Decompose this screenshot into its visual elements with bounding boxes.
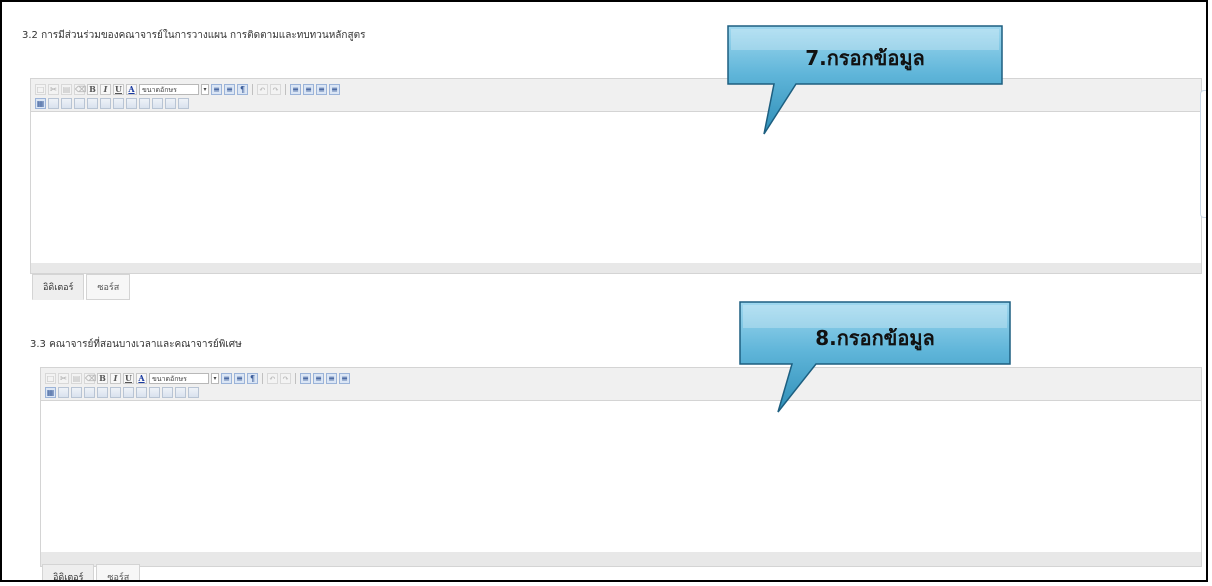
toolbar-separator [295,372,296,384]
toolbar-separator [262,372,263,384]
eraser-icon[interactable]: ⌫ [74,83,86,95]
split-cell-icon[interactable] [139,97,150,109]
chevron-down-icon[interactable]: ▾ [211,372,219,384]
editor-statusbar [31,263,1201,273]
delete-table-icon[interactable] [188,386,199,398]
merge-cells-icon[interactable] [136,386,147,398]
rich-text-editor-3-3[interactable]: □ ✂ ▤ ⌫ B I U A ขนาดอักษร ▾ ≡ ≡ ¶ ↶ ↷ ≡ … [40,367,1202,567]
italic-icon[interactable]: I [100,83,111,95]
numbered-list-icon[interactable]: ≡ [221,372,232,384]
insert-row-after-icon[interactable] [71,386,82,398]
editor-mode-tabs-3-3: อิดิเตอร์ ซอร์ส [42,564,142,580]
toolbar-row-1: □ ✂ ▤ ⌫ B I U A ขนาดอักษร ▾ ≡ ≡ ¶ ↶ ↷ ≡ … [35,82,340,96]
split-cell-icon[interactable] [149,386,160,398]
delete-table-icon[interactable] [178,97,189,109]
insert-row-after-icon[interactable] [61,97,72,109]
bullet-list-icon[interactable]: ≡ [224,83,235,95]
new-page-icon[interactable]: □ [35,83,46,95]
bold-icon[interactable]: B [97,372,108,384]
justify-icon[interactable]: ≡ [339,372,350,384]
justify-icon[interactable]: ≡ [329,83,340,95]
undo-icon[interactable]: ↶ [267,372,278,384]
delete-row-icon[interactable] [100,97,111,109]
toolbar-row-2: ▦ [45,385,199,399]
insert-row-before-icon[interactable] [48,97,59,109]
cut-icon[interactable]: ✂ [58,372,69,384]
bold-icon[interactable]: B [87,83,98,95]
bullet-list-icon[interactable]: ≡ [234,372,245,384]
new-page-icon[interactable]: □ [45,372,56,384]
align-center-icon[interactable]: ≡ [303,83,314,95]
table-properties-icon[interactable] [175,386,186,398]
cell-properties-icon[interactable] [162,386,173,398]
underline-icon[interactable]: U [123,372,134,384]
tab-editor[interactable]: อิดิเตอร์ [42,564,95,580]
side-panel-edge [1200,90,1206,218]
table-icon[interactable]: ▦ [45,386,56,398]
section-title-3-2: 3.2 การมีส่วนร่วมของคณาจารย์ในการวางแผน … [22,30,366,41]
table-properties-icon[interactable] [165,97,176,109]
cut-icon[interactable]: ✂ [48,83,59,95]
callout-label: 7.กรอกข้อมูล [805,46,925,70]
speech-bubble-icon [727,25,1003,135]
tab-editor[interactable]: อิดิเตอร์ [32,274,85,300]
rich-text-editor-3-2[interactable]: □ ✂ ▤ ⌫ B I U A ขนาดอักษร ▾ ≡ ≡ ¶ ↶ ↷ ≡ … [30,78,1202,274]
editor-mode-tabs-3-2: อิดิเตอร์ ซอร์ส [32,274,132,300]
editor-statusbar [41,552,1201,566]
editor-toolbar: □ ✂ ▤ ⌫ B I U A ขนาดอักษร ▾ ≡ ≡ ¶ ↶ ↷ ≡ … [31,79,1201,112]
delete-row-icon[interactable] [110,386,121,398]
paste-icon[interactable]: ▤ [71,372,82,384]
editor-content-area[interactable] [31,112,1201,263]
merge-cells-icon[interactable] [126,97,137,109]
insert-row-before-icon[interactable] [58,386,69,398]
chevron-down-icon[interactable]: ▾ [201,83,209,95]
eraser-icon[interactable]: ⌫ [84,372,96,384]
insert-column-after-icon[interactable] [87,97,98,109]
insert-column-after-icon[interactable] [97,386,108,398]
undo-icon[interactable]: ↶ [257,83,268,95]
toolbar-row-1: □ ✂ ▤ ⌫ B I U A ขนาดอักษร ▾ ≡ ≡ ¶ ↶ ↷ ≡ … [45,371,350,385]
speech-bubble-icon [739,301,1011,413]
numbered-list-icon[interactable]: ≡ [211,83,222,95]
align-center-icon[interactable]: ≡ [313,372,324,384]
redo-icon[interactable]: ↷ [280,372,291,384]
align-left-icon[interactable]: ≡ [300,372,311,384]
callout-7: 7.กรอกข้อมูล [722,20,1012,140]
editor-content-area[interactable] [41,401,1201,552]
tab-source[interactable]: ซอร์ส [86,274,131,300]
tab-source[interactable]: ซอร์ส [96,564,141,580]
paste-icon[interactable]: ▤ [61,83,72,95]
paragraph-icon[interactable]: ¶ [247,372,258,384]
underline-icon[interactable]: U [113,83,124,95]
table-icon[interactable]: ▦ [35,97,46,109]
insert-column-before-icon[interactable] [74,97,85,109]
delete-column-icon[interactable] [123,386,134,398]
editor-toolbar: □ ✂ ▤ ⌫ B I U A ขนาดอักษร ▾ ≡ ≡ ¶ ↶ ↷ ≡ … [41,368,1201,401]
toolbar-row-2: ▦ [35,96,189,110]
redo-icon[interactable]: ↷ [270,83,281,95]
font-size-select[interactable]: ขนาดอักษร [149,372,209,384]
toolbar-separator [252,83,253,95]
page-frame: 3.2 การมีส่วนร่วมของคณาจารย์ในการวางแผน … [0,0,1208,582]
toolbar-separator [285,83,286,95]
cell-properties-icon[interactable] [152,97,163,109]
paragraph-icon[interactable]: ¶ [237,83,248,95]
delete-column-icon[interactable] [113,97,124,109]
align-left-icon[interactable]: ≡ [290,83,301,95]
insert-column-before-icon[interactable] [84,386,95,398]
align-right-icon[interactable]: ≡ [326,372,337,384]
callout-label: 8.กรอกข้อมูล [815,326,935,350]
text-color-icon[interactable]: A [126,83,137,95]
font-size-select[interactable]: ขนาดอักษร [139,83,199,95]
section-title-3-3: 3.3 คณาจารย์ที่สอนบางเวลาและคณาจารย์พิเศ… [30,339,242,350]
callout-8: 8.กรอกข้อมูล [734,296,1024,418]
italic-icon[interactable]: I [110,372,121,384]
align-right-icon[interactable]: ≡ [316,83,327,95]
text-color-icon[interactable]: A [136,372,147,384]
